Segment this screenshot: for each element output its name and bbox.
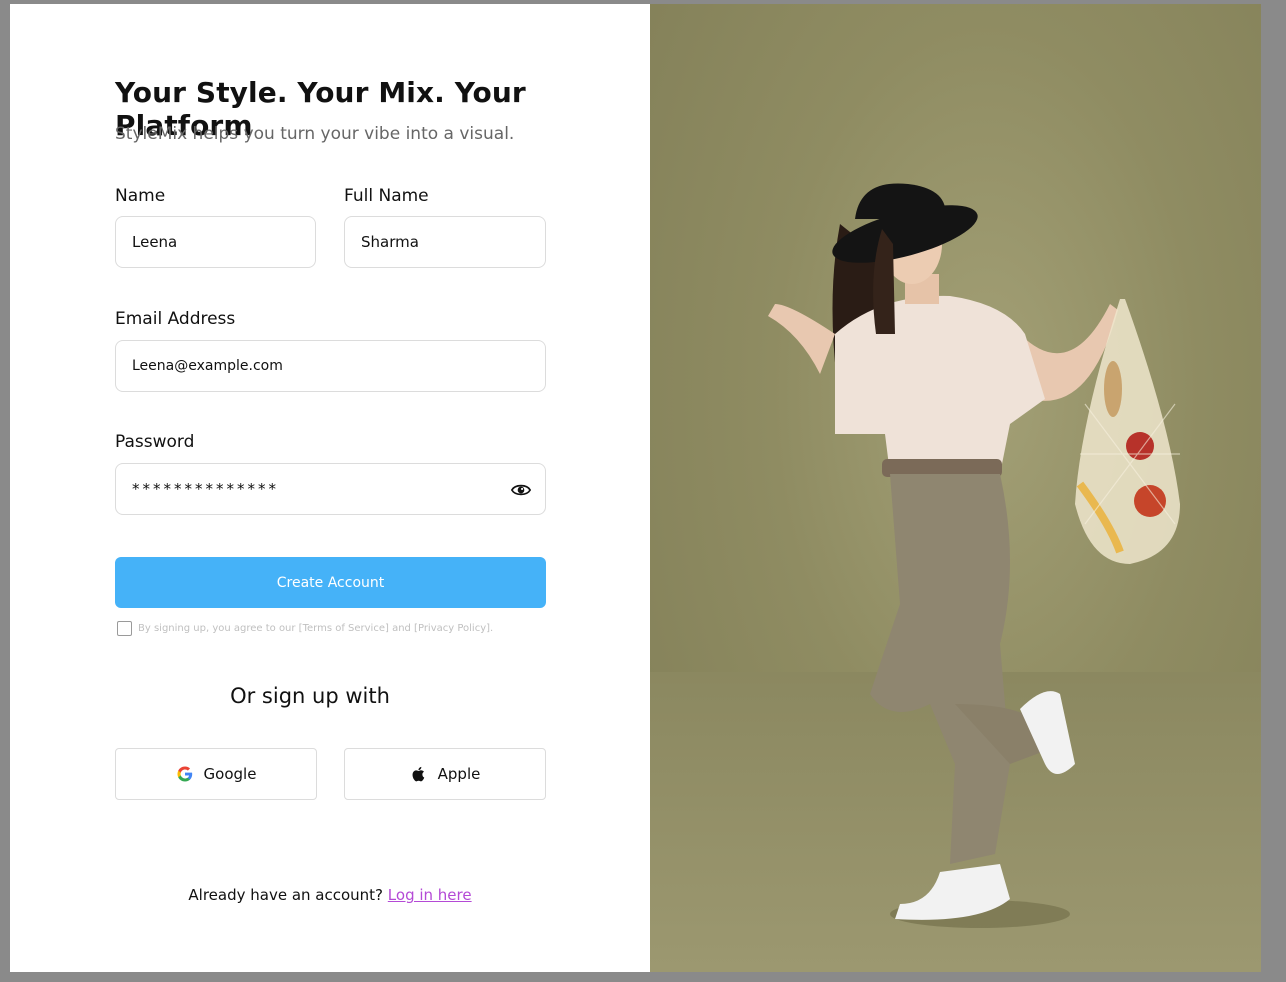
apple-icon <box>412 766 424 782</box>
hero-image <box>650 4 1261 972</box>
apple-signup-button[interactable]: Apple <box>344 748 546 800</box>
email-label: Email Address <box>115 309 236 329</box>
terms-checkbox[interactable] <box>117 621 132 636</box>
email-field[interactable]: Leena@example.com <box>115 340 546 392</box>
password-label: Password <box>115 432 195 452</box>
apple-label: Apple <box>437 765 481 783</box>
terms-row: By signing up, you agree to our [Terms o… <box>117 621 493 636</box>
fullname-field[interactable]: Sharma <box>344 216 546 268</box>
fullname-label: Full Name <box>344 186 429 206</box>
create-account-button[interactable]: Create Account <box>115 557 546 608</box>
google-icon <box>177 766 192 782</box>
woman-with-mesh-bag-photo <box>768 183 1180 928</box>
signup-page: Your Style. Your Mix. Your Platform Styl… <box>10 4 1261 972</box>
fullname-field-value: Sharma <box>361 233 419 251</box>
terms-text: By signing up, you agree to our [Terms o… <box>138 623 494 634</box>
login-prompt: Already have an account? Log in here <box>10 886 650 904</box>
google-label: Google <box>203 765 257 783</box>
password-field[interactable]: ************** <box>115 463 546 515</box>
email-field-value: Leena@example.com <box>132 358 283 374</box>
login-link[interactable]: Log in here <box>388 886 472 904</box>
signup-panel: Your Style. Your Mix. Your Platform Styl… <box>10 4 650 972</box>
name-field[interactable]: Leena <box>115 216 316 268</box>
eye-icon[interactable] <box>511 480 531 500</box>
password-field-value: ************** <box>132 480 279 498</box>
name-field-value: Leena <box>132 233 178 251</box>
social-heading: Or sign up with <box>230 684 390 708</box>
google-signup-button[interactable]: Google <box>115 748 317 800</box>
name-label: Name <box>115 186 166 206</box>
login-prompt-text: Already have an account? <box>188 886 384 904</box>
page-subtitle: StyleMix helps you turn your vibe into a… <box>115 124 515 144</box>
